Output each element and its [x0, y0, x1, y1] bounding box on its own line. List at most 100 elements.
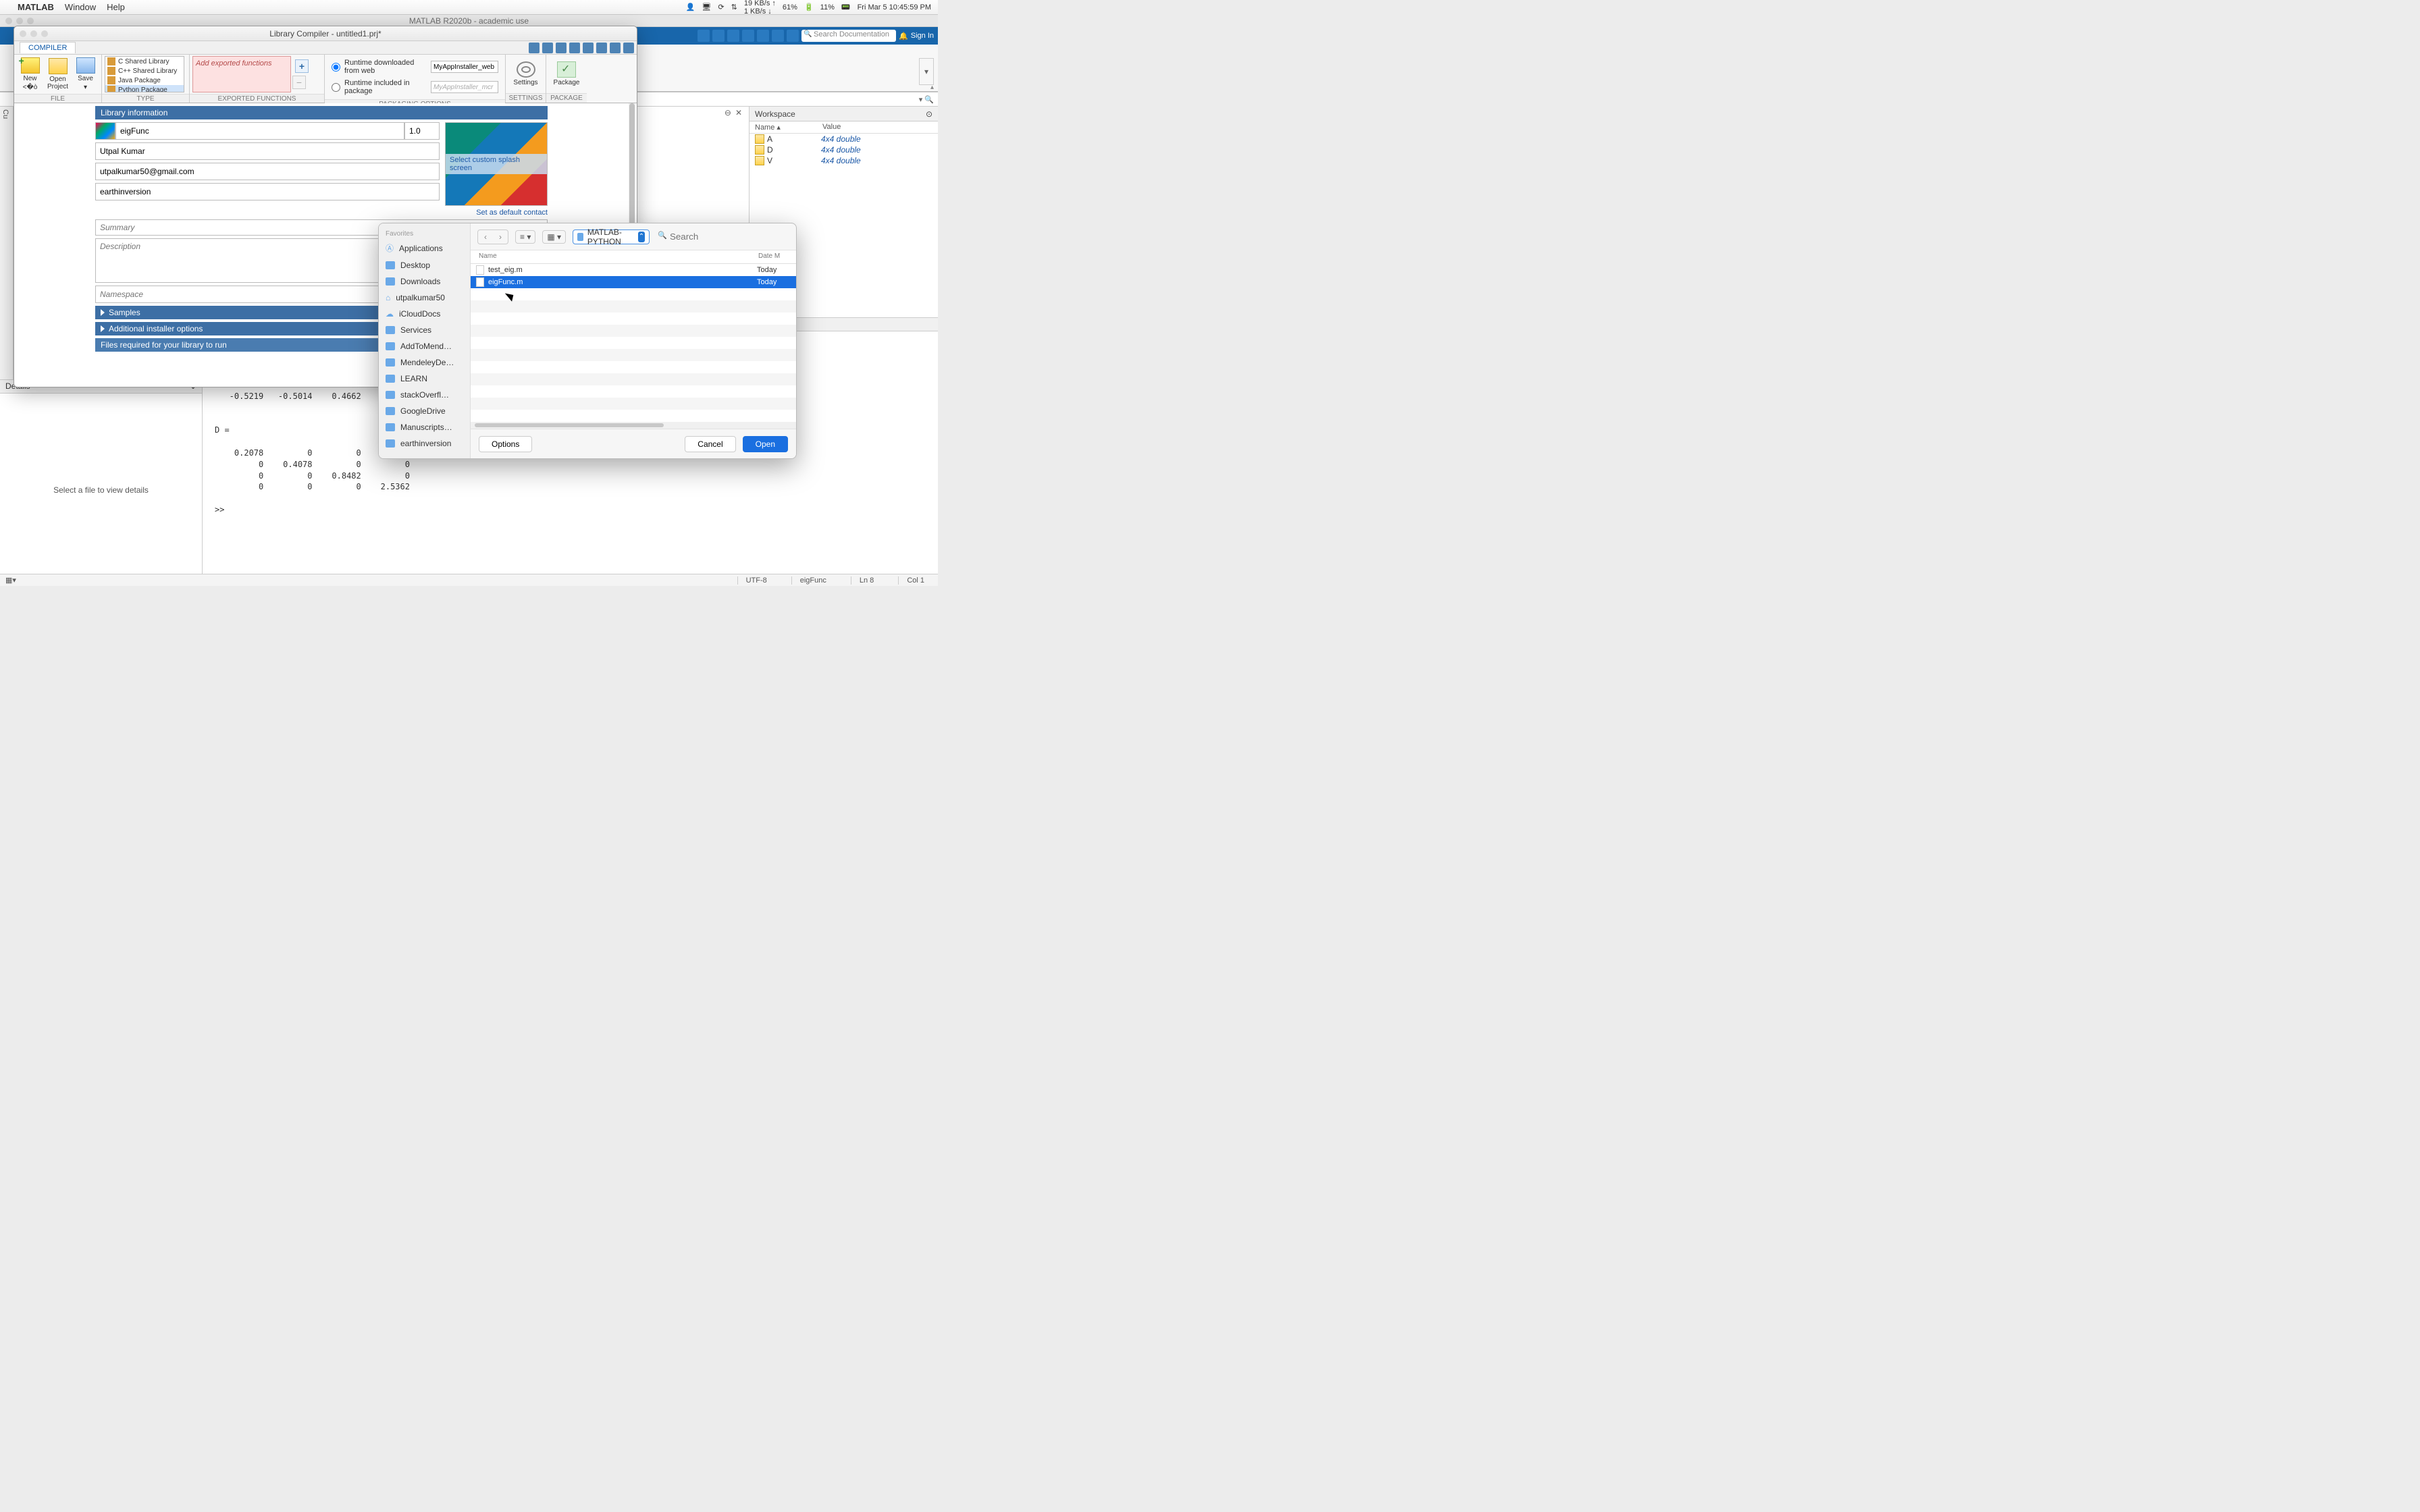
redo-icon[interactable] — [772, 30, 784, 42]
fav-earthinversion[interactable]: earthinversion — [379, 435, 470, 452]
fav-iclouddocs[interactable]: ☁iCloudDocs — [379, 306, 470, 322]
battery-2-icon: 📟 — [841, 3, 851, 11]
sync-icon[interactable]: ⟳ — [718, 3, 724, 11]
add-function-button[interactable]: + — [295, 59, 309, 73]
runtime-mcr-radio[interactable] — [332, 83, 340, 92]
clock[interactable]: Fri Mar 5 10:45:59 PM — [858, 3, 931, 11]
file-search[interactable] — [656, 230, 789, 244]
path-selector[interactable]: MATLAB-PYTHON ⌃ — [573, 230, 650, 244]
tab-compiler[interactable]: COMPILER — [20, 42, 76, 53]
fav-googledrive[interactable]: GoogleDrive — [379, 403, 470, 419]
package-button[interactable]: Package — [549, 60, 584, 88]
path-chevron-icon[interactable]: ⌃ — [638, 232, 645, 242]
lib-icon[interactable] — [95, 122, 115, 140]
signin-button[interactable]: 🔔 Sign In — [899, 32, 934, 40]
toolstrip-expand[interactable]: ▾ — [919, 58, 934, 85]
details-panel: Details ⌄ Select a file to view details — [0, 379, 203, 586]
app-menu[interactable]: MATLAB — [18, 2, 54, 12]
view-group[interactable]: ▦ ▾ — [542, 230, 566, 244]
qa-copy-icon[interactable] — [556, 43, 567, 53]
display-icon[interactable]: 🖥 — [702, 3, 711, 11]
file-row-test-eig[interactable]: test_eig.m Today — [471, 264, 796, 276]
splash-screen[interactable]: Select custom splash screen — [445, 122, 548, 206]
fav-home[interactable]: ⌂utpalkumar50 — [379, 290, 470, 306]
fav-learn[interactable]: LEARN — [379, 371, 470, 387]
qa-undo-icon[interactable] — [583, 43, 594, 53]
save-icon[interactable] — [698, 30, 710, 42]
net-speed: 19 KB/s ↑1 KB/s ↓ — [744, 0, 776, 16]
menu-window[interactable]: Window — [65, 2, 96, 12]
status-function[interactable]: eigFunc — [791, 576, 835, 585]
type-list[interactable]: C Shared Library C++ Shared Library Java… — [105, 56, 184, 92]
lib-author-input[interactable] — [95, 142, 440, 160]
battery-1[interactable]: 61% — [783, 3, 797, 11]
status-encoding[interactable]: UTF-8 — [737, 576, 775, 585]
file-row-empty — [471, 337, 796, 349]
ws-col-name[interactable]: Name ▴ — [749, 122, 817, 133]
open-button[interactable]: Open — [743, 436, 788, 452]
col-date[interactable]: Date M — [756, 250, 796, 263]
lib-version-input[interactable] — [404, 122, 440, 140]
file-row-empty — [471, 385, 796, 398]
runtime-web-value[interactable] — [431, 61, 498, 73]
doc-close-icon[interactable]: ✕ — [735, 108, 742, 117]
fav-downloads[interactable]: Downloads — [379, 273, 470, 290]
copy-icon[interactable] — [727, 30, 739, 42]
paste-icon[interactable] — [742, 30, 754, 42]
set-default-contact[interactable]: Set as default contact — [476, 209, 548, 217]
fav-desktop[interactable]: Desktop — [379, 257, 470, 273]
qa-about-icon[interactable] — [623, 43, 634, 53]
file-list[interactable]: Name Date M test_eig.m Today eigFunc.m T… — [471, 250, 796, 429]
lib-name-input[interactable] — [115, 122, 404, 140]
qa-save-icon[interactable] — [529, 43, 540, 53]
fav-applications[interactable]: ⒶApplications — [379, 239, 470, 257]
ws-var-D[interactable]: D4x4 double — [749, 144, 938, 155]
new-button[interactable]: New<�ò — [17, 56, 43, 92]
options-button[interactable]: Options — [479, 436, 532, 452]
lib-company-input[interactable] — [95, 183, 440, 200]
cut-icon[interactable] — [712, 30, 725, 42]
save-button[interactable]: Save▾ — [72, 56, 99, 92]
file-row-eigfunc[interactable]: eigFunc.m Today — [471, 276, 796, 288]
view-list[interactable]: ≡ ▾ — [515, 230, 535, 244]
help-icon[interactable] — [787, 30, 799, 42]
qa-cut-icon[interactable] — [542, 43, 553, 53]
runtime-web-radio[interactable] — [332, 63, 340, 72]
toolstrip-collapse-icon[interactable]: ▴ — [930, 84, 934, 91]
qa-print-icon[interactable] — [596, 43, 607, 53]
file-list-scrollbar[interactable] — [471, 422, 796, 429]
open-project-button[interactable]: Open Project — [45, 57, 71, 92]
file-row-empty — [471, 373, 796, 385]
ws-var-A[interactable]: A4x4 double — [749, 134, 938, 144]
fav-manuscripts[interactable]: Manuscripts… — [379, 419, 470, 435]
doc-minimize-icon[interactable]: ⊖ — [725, 108, 731, 117]
nav-back-forward[interactable]: ‹› — [477, 230, 508, 244]
fav-addtomend[interactable]: AddToMend… — [379, 338, 470, 354]
workspace-menu-icon[interactable]: ⊙ — [926, 109, 932, 119]
cancel-button[interactable]: Cancel — [685, 436, 735, 452]
battery-2[interactable]: 11% — [820, 3, 835, 11]
user-icon[interactable]: 👤 — [686, 3, 695, 11]
fav-stackoverfl[interactable]: stackOverfl… — [379, 387, 470, 403]
undo-icon[interactable] — [757, 30, 769, 42]
remove-function-button[interactable]: − — [292, 76, 306, 89]
window-controls[interactable] — [5, 18, 34, 24]
ws-col-value[interactable]: Value — [817, 122, 846, 133]
compiler-window-controls[interactable] — [20, 30, 48, 37]
fav-mendeley[interactable]: MendeleyDe… — [379, 354, 470, 371]
details-empty: Select a file to view details — [0, 394, 202, 586]
runtime-mcr-value[interactable] — [431, 81, 498, 93]
fav-services[interactable]: Services — [379, 322, 470, 338]
net-icon[interactable]: ⇅ — [731, 3, 737, 11]
add-exported-placeholder[interactable]: Add exported functions — [192, 56, 291, 92]
col-name[interactable]: Name — [471, 250, 756, 263]
qa-paste-icon[interactable] — [569, 43, 580, 53]
settings-button[interactable]: Settings — [508, 60, 543, 88]
group-type: TYPE — [102, 94, 189, 103]
qa-help-icon[interactable] — [610, 43, 621, 53]
path-search-icon[interactable]: ▾ 🔍 — [919, 95, 934, 104]
ws-var-V[interactable]: V4x4 double — [749, 155, 938, 166]
menu-help[interactable]: Help — [107, 2, 125, 12]
lib-email-input[interactable] — [95, 163, 440, 180]
doc-search[interactable]: Search Documentation — [801, 30, 896, 42]
